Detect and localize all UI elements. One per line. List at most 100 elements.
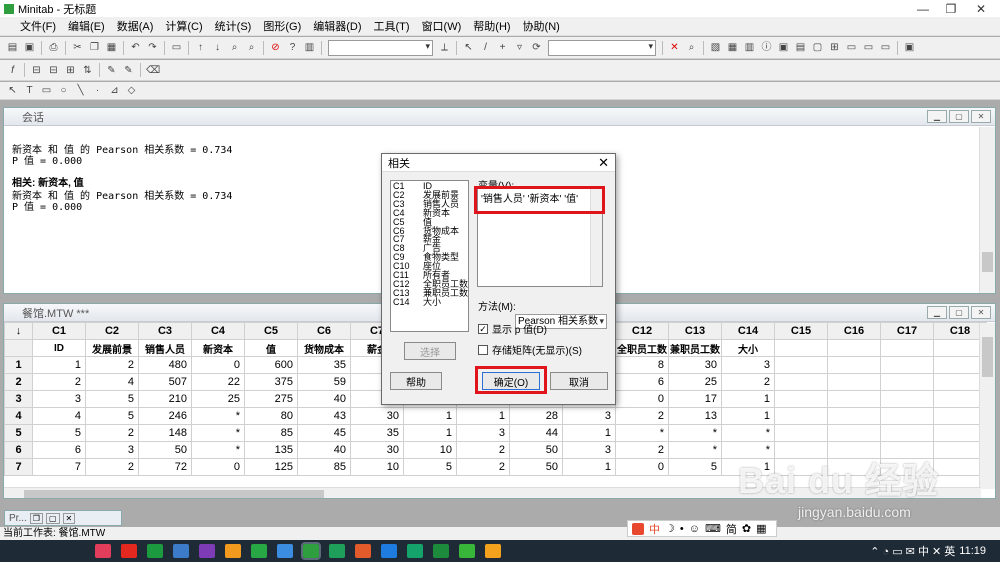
help-button[interactable]: 帮助 — [390, 372, 442, 390]
table-cell[interactable] — [827, 424, 881, 442]
column-header[interactable]: C2 — [85, 322, 139, 340]
table-cell[interactable]: 4 — [32, 407, 86, 425]
cancel-button[interactable]: 取消 — [550, 372, 608, 390]
wechat-icon[interactable] — [459, 544, 475, 558]
sogou-icon[interactable] — [632, 522, 644, 535]
punct-icon[interactable]: • — [680, 523, 684, 535]
zoom-icon[interactable]: ⌕ — [685, 41, 698, 54]
table-cell[interactable]: 25 — [191, 390, 245, 408]
worksheet-window-icon[interactable]: ▭ — [862, 41, 875, 54]
moon-icon[interactable]: ☽ — [665, 522, 675, 535]
eraser-icon[interactable]: ⌫ — [146, 64, 160, 77]
menu-calc[interactable]: 计算(C) — [159, 18, 208, 34]
crosshair-icon[interactable]: + — [496, 41, 509, 54]
table-cell[interactable]: 17 — [668, 390, 722, 408]
table-cell[interactable]: 3 — [456, 424, 510, 442]
brush-icon[interactable]: ⟂ — [438, 41, 451, 54]
taskbar-app-icon[interactable] — [485, 544, 501, 558]
tile-icon[interactable]: ▣ — [903, 41, 916, 54]
table-cell[interactable]: 80 — [244, 407, 298, 425]
table-cell[interactable]: 275 — [244, 390, 298, 408]
table-cell[interactable]: 35 — [350, 424, 404, 442]
ellipse-icon[interactable]: ○ — [57, 84, 70, 97]
column-header[interactable]: C14 — [721, 322, 775, 340]
table-cell[interactable] — [774, 390, 828, 408]
table-cell[interactable]: 480 — [138, 356, 192, 374]
graph-window-icon[interactable]: ▭ — [879, 41, 892, 54]
menu-window[interactable]: 窗口(W) — [416, 18, 468, 34]
table-cell[interactable]: 1 — [721, 390, 775, 408]
graph-combo[interactable] — [328, 39, 433, 56]
show-p-checkbox[interactable]: ✓ — [478, 323, 488, 334]
table-cell[interactable]: 210 — [138, 390, 192, 408]
table-cell[interactable]: 1 — [403, 407, 457, 425]
save-icon[interactable]: ▣ — [23, 41, 36, 54]
onenote-icon[interactable] — [199, 544, 215, 558]
table-cell[interactable]: * — [668, 424, 722, 442]
table-cell[interactable] — [880, 390, 934, 408]
table-cell[interactable]: 5 — [85, 390, 139, 408]
table-cell[interactable]: 6 — [32, 441, 86, 459]
table-cell[interactable]: 3 — [85, 441, 139, 459]
menu-file[interactable]: 文件(F) — [14, 18, 62, 34]
move-icon[interactable]: ⊞ — [64, 64, 77, 77]
table-cell[interactable]: 10 — [350, 458, 404, 476]
show-p-option[interactable]: ✓ 显示 p 值(D) — [478, 321, 547, 336]
help-icon[interactable]: ? — [286, 41, 299, 54]
polyline-icon[interactable]: ⊿ — [108, 84, 121, 97]
table-cell[interactable]: 1 — [32, 356, 86, 374]
taskbar-app-icon[interactable] — [173, 544, 189, 558]
down-icon[interactable]: ↓ — [211, 41, 224, 54]
corner-arrow[interactable]: ↓ — [4, 322, 33, 340]
filter-icon[interactable]: ▿ — [513, 41, 526, 54]
table-cell[interactable]: 1 — [721, 407, 775, 425]
table-cell[interactable]: 125 — [244, 458, 298, 476]
table-cell[interactable]: 40 — [297, 441, 351, 459]
session-window-icon[interactable]: ▭ — [845, 41, 858, 54]
polygon-icon[interactable]: ◇ — [125, 84, 138, 97]
table-cell[interactable]: 3 — [721, 356, 775, 374]
emoji-icon[interactable]: ☺ — [689, 523, 700, 535]
table-cell[interactable]: 50 — [509, 458, 563, 476]
table-cell[interactable]: 30 — [350, 407, 404, 425]
find-next-icon[interactable]: ⌕ — [245, 41, 258, 54]
column-name[interactable]: 发展前景 — [85, 339, 139, 357]
column-name[interactable] — [880, 339, 934, 357]
column-name[interactable]: 销售人员 — [138, 339, 192, 357]
table-cell[interactable]: 0 — [191, 356, 245, 374]
variable-list-item[interactable]: C14 大小 — [393, 297, 468, 307]
worksheet-maximize[interactable]: ▢ — [949, 306, 969, 319]
table-cell[interactable]: * — [615, 424, 669, 442]
insert-row-icon[interactable]: ⊟ — [30, 64, 43, 77]
project-icon[interactable]: ▧ — [709, 41, 722, 54]
variable-list[interactable]: C1 ID C2 发展前景 C3 销售人员 C4 新资本 C5 值 C6 货物成本 C7 薪金 C8 广告 C9… — [390, 180, 469, 332]
excel-icon[interactable] — [433, 544, 449, 558]
minimized-maximize[interactable]: ▢ — [45, 512, 60, 524]
menu-stat[interactable]: 统计(S) — [209, 18, 258, 34]
column-name[interactable]: 新资本 — [191, 339, 245, 357]
ie-icon[interactable] — [381, 544, 397, 558]
table-cell[interactable]: 246 — [138, 407, 192, 425]
table-cell[interactable]: 5 — [403, 458, 457, 476]
table-cell[interactable]: 0 — [191, 458, 245, 476]
table-cell[interactable] — [827, 373, 881, 391]
table-cell[interactable] — [774, 424, 828, 442]
history-icon[interactable]: ▤ — [794, 41, 807, 54]
worksheet-close[interactable]: ✕ — [971, 306, 991, 319]
print-icon[interactable]: ⎙ — [47, 41, 60, 54]
table-cell[interactable]: 1 — [562, 458, 616, 476]
undo-icon[interactable]: ↶ — [129, 41, 142, 54]
insert-col-icon[interactable]: ⊟ — [47, 64, 60, 77]
table-cell[interactable]: 1 — [403, 424, 457, 442]
table-cell[interactable]: 72 — [138, 458, 192, 476]
table-cell[interactable] — [774, 373, 828, 391]
session-minimize[interactable]: ▁ — [927, 110, 947, 123]
table-cell[interactable]: 6 — [615, 373, 669, 391]
table-cell[interactable]: 0 — [615, 390, 669, 408]
select-arrow-icon[interactable]: ↖ — [6, 84, 19, 97]
table-cell[interactable]: 2 — [85, 424, 139, 442]
table-cell[interactable]: * — [191, 441, 245, 459]
table-cell[interactable]: 2 — [456, 458, 510, 476]
menu-editor[interactable]: 编辑器(D) — [307, 18, 367, 34]
select-button[interactable]: 选择 — [404, 342, 456, 360]
